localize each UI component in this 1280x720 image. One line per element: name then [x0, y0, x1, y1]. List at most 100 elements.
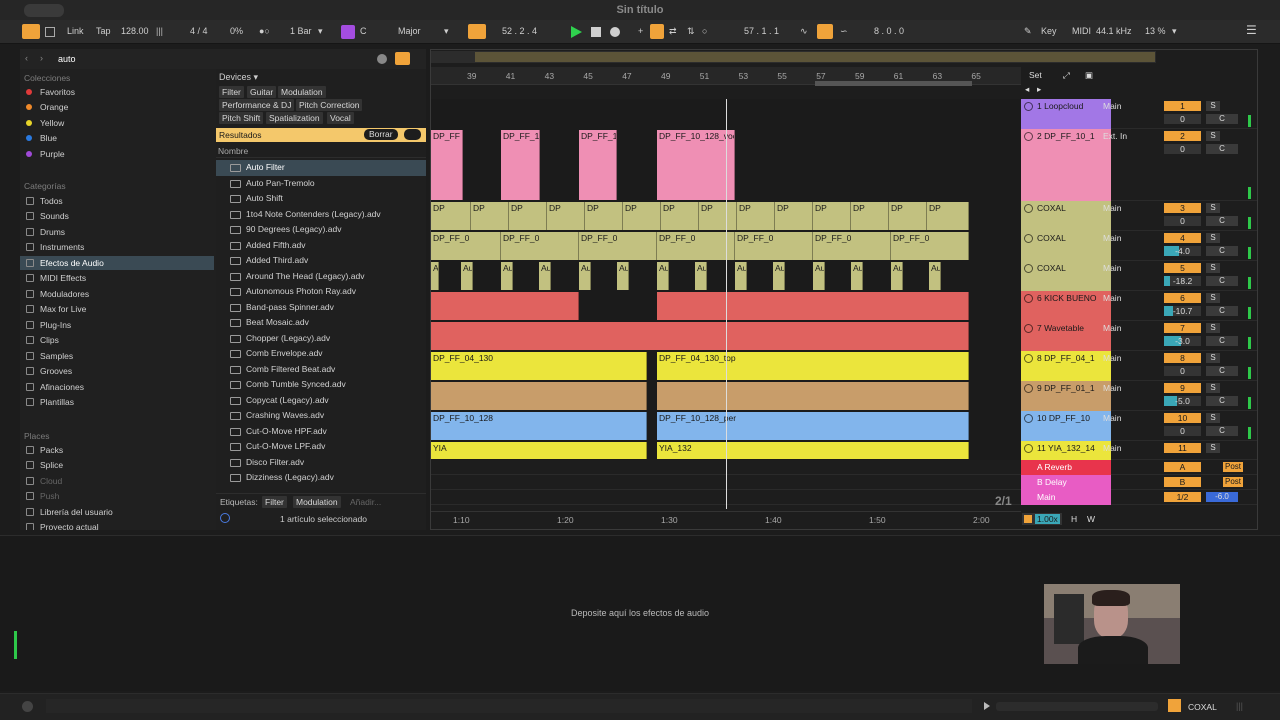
clip[interactable]: DP	[585, 202, 623, 230]
clip[interactable]: DP_FF	[431, 130, 463, 200]
solo-button[interactable]: S	[1206, 131, 1220, 141]
place-cloud[interactable]: Cloud	[20, 474, 214, 488]
solo-button[interactable]: S	[1206, 413, 1220, 423]
place-current-project[interactable]: Proyecto actual	[20, 520, 214, 530]
main-volume-field[interactable]: -6.0	[1206, 492, 1238, 502]
clip[interactable]: DP_FF_10_128_voc	[657, 130, 735, 200]
clip[interactable]: DP	[737, 202, 775, 230]
punch-in-icon[interactable]: ∿	[800, 26, 808, 37]
clip[interactable]	[431, 292, 579, 320]
solo-button[interactable]: S	[1206, 383, 1220, 393]
pan-field[interactable]: C	[1206, 114, 1238, 124]
clip[interactable]: DP_FF_04_130	[431, 352, 647, 380]
clip[interactable]: Au	[851, 262, 863, 290]
result-item[interactable]: Auto Filter	[216, 160, 426, 176]
chip-filter[interactable]: Filter	[262, 496, 287, 508]
status-scroll-bar[interactable]	[996, 702, 1158, 711]
quantize-select[interactable]: 1 Bar	[290, 26, 312, 36]
fold-icon[interactable]	[1024, 294, 1033, 303]
clip[interactable]: Au	[617, 262, 629, 290]
stop-icon[interactable]	[591, 27, 601, 37]
tag-filter[interactable]: Filter	[219, 86, 244, 98]
track-input-select[interactable]: Main	[1103, 323, 1121, 333]
clip[interactable]: Au	[695, 262, 707, 290]
result-item[interactable]: Comb Filtered Beat.adv	[216, 362, 426, 378]
clip[interactable]: DP_FF_0	[735, 232, 813, 260]
result-item[interactable]: Copycat (Legacy).adv	[216, 393, 426, 409]
track-volume-field[interactable]: 0	[1164, 426, 1201, 436]
clip[interactable]	[431, 322, 969, 350]
category-grooves[interactable]: Grooves	[20, 364, 214, 378]
groove-field[interactable]: 0%	[230, 26, 243, 36]
session-record-icon[interactable]: ⇅	[687, 26, 695, 37]
track-input-select[interactable]: Main	[1103, 383, 1121, 393]
clip[interactable]: DP_FF_10_128_per	[657, 412, 969, 440]
result-item[interactable]: Cut-O-Move LPF.adv	[216, 439, 426, 455]
result-item[interactable]: Around The Head (Legacy).adv	[216, 269, 426, 285]
punch-icon[interactable]: ○	[702, 26, 707, 36]
clip[interactable]: DP	[851, 202, 889, 230]
clip[interactable]: DP_FF_10_128	[431, 412, 647, 440]
tag-pitch-correction[interactable]: Pitch Correction	[296, 99, 363, 111]
category-samples[interactable]: Samples	[20, 349, 214, 363]
collection-favoritos[interactable]: Favoritos	[20, 85, 214, 99]
clip[interactable]	[431, 382, 647, 410]
clip[interactable]: Au	[735, 262, 747, 290]
clip[interactable]: DP_FF_0	[813, 232, 891, 260]
result-item[interactable]: Auto Pan-Tremolo	[216, 176, 426, 192]
clip[interactable]: YIA_132	[657, 442, 969, 459]
track-volume-field[interactable]: -3.0	[1164, 336, 1201, 346]
track-volume-field[interactable]: 0	[1164, 216, 1201, 226]
lock-icon[interactable]: ▣	[1085, 70, 1093, 81]
solo-button[interactable]: S	[1206, 203, 1220, 213]
track-activator-button[interactable]: 1	[1164, 101, 1201, 111]
solo-button[interactable]: S	[1206, 101, 1220, 111]
return-track-header[interactable]: B Delay	[1021, 475, 1111, 490]
fold-icon[interactable]	[1024, 264, 1033, 273]
fold-icon[interactable]	[1024, 444, 1033, 453]
category-clips[interactable]: Clips	[20, 333, 214, 347]
clip[interactable]: Au	[891, 262, 903, 290]
pan-field[interactable]: C	[1206, 306, 1238, 316]
clip[interactable]: Au	[461, 262, 473, 290]
place-push[interactable]: Push	[20, 489, 214, 503]
track-header[interactable]: COXAL	[1021, 201, 1111, 231]
loop-start-field[interactable]: 57 . 1 . 1	[744, 26, 779, 36]
category-todos[interactable]: Todos	[20, 194, 214, 208]
track-header[interactable]: COXAL	[1021, 261, 1111, 291]
solo-button[interactable]: S	[1206, 263, 1220, 273]
clip[interactable]: DP	[813, 202, 851, 230]
metronome-icon[interactable]: |||	[156, 26, 163, 36]
track-input-select[interactable]: Main	[1103, 233, 1121, 243]
pan-field[interactable]: C	[1206, 216, 1238, 226]
clip[interactable]: DP_FF_1	[579, 130, 617, 200]
return-track-header[interactable]: A Reverb	[1021, 460, 1111, 475]
category-midi-effects[interactable]: MIDI Effects	[20, 271, 214, 285]
return-activator-button[interactable]: 1/2	[1164, 492, 1201, 502]
collection-orange[interactable]: Orange	[20, 100, 214, 114]
overview-visible-region[interactable]	[475, 52, 1155, 62]
track-input-select[interactable]: Main	[1103, 443, 1121, 453]
fold-icon[interactable]	[1024, 324, 1033, 333]
overdub-icon[interactable]: +	[638, 26, 643, 36]
clip[interactable]	[657, 382, 969, 410]
follow-button[interactable]	[468, 24, 486, 39]
loop-length-field[interactable]: 8 . 0 . 0	[874, 26, 904, 36]
tag-vocal[interactable]: Vocal	[327, 112, 354, 124]
clip[interactable]: Au	[813, 262, 825, 290]
track-header[interactable]: 6 KICK BUENO	[1021, 291, 1111, 321]
clip[interactable]: Au	[929, 262, 941, 290]
automation-arm-icon[interactable]	[650, 24, 664, 39]
pan-field[interactable]: C	[1206, 366, 1238, 376]
track-input-select[interactable]: Main	[1103, 263, 1121, 273]
key-map-button[interactable]: Key	[1041, 26, 1057, 36]
result-item[interactable]: Disco Filter.adv	[216, 455, 426, 471]
track-header[interactable]: 7 Wavetable	[1021, 321, 1111, 351]
play-clip-icon[interactable]	[984, 702, 990, 710]
category-efectos-de-audio[interactable]: Efectos de Audio	[20, 256, 214, 270]
clip[interactable]: DP	[431, 202, 471, 230]
track-volume-field[interactable]: -10.7	[1164, 306, 1201, 316]
play-icon[interactable]	[571, 26, 582, 38]
return-track-header[interactable]: Main	[1021, 490, 1111, 505]
result-item[interactable]: Band-pass Spinner.adv	[216, 300, 426, 316]
